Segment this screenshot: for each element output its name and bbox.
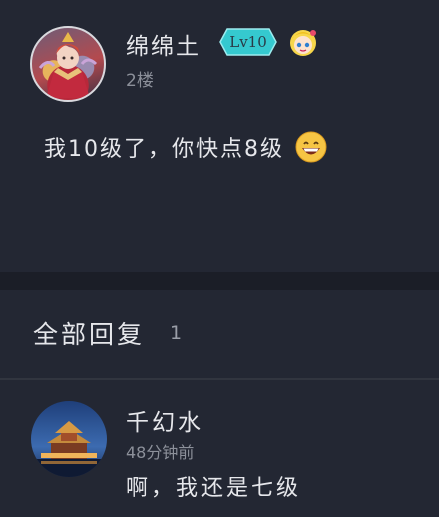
post-card: 绵绵土 Lv10 2楼 我10级了，你快点8级 — [0, 0, 439, 272]
reply-timestamp: 48分钟前 — [126, 443, 195, 462]
reply-username[interactable]: 千幻水 — [126, 403, 204, 437]
user-avatar[interactable] — [30, 26, 106, 102]
level-badge: Lv10 — [219, 28, 277, 56]
replies-count: 1 — [170, 322, 183, 344]
section-separator — [0, 272, 439, 290]
username[interactable]: 绵绵土 — [126, 27, 201, 61]
reply-avatar[interactable] — [31, 401, 107, 477]
grinning-face-emoji-icon — [295, 131, 327, 163]
post-content: 我10级了，你快点8级 — [44, 131, 327, 163]
reply-text: 啊，我还是七级 — [126, 476, 302, 501]
anime-girl-mascot-icon — [287, 26, 319, 58]
floor-label: 2楼 — [126, 71, 154, 91]
post-text: 我10级了，你快点8级 — [44, 137, 284, 162]
level-text: Lv10 — [229, 33, 267, 51]
replies-title: 全部回复 — [33, 320, 146, 349]
